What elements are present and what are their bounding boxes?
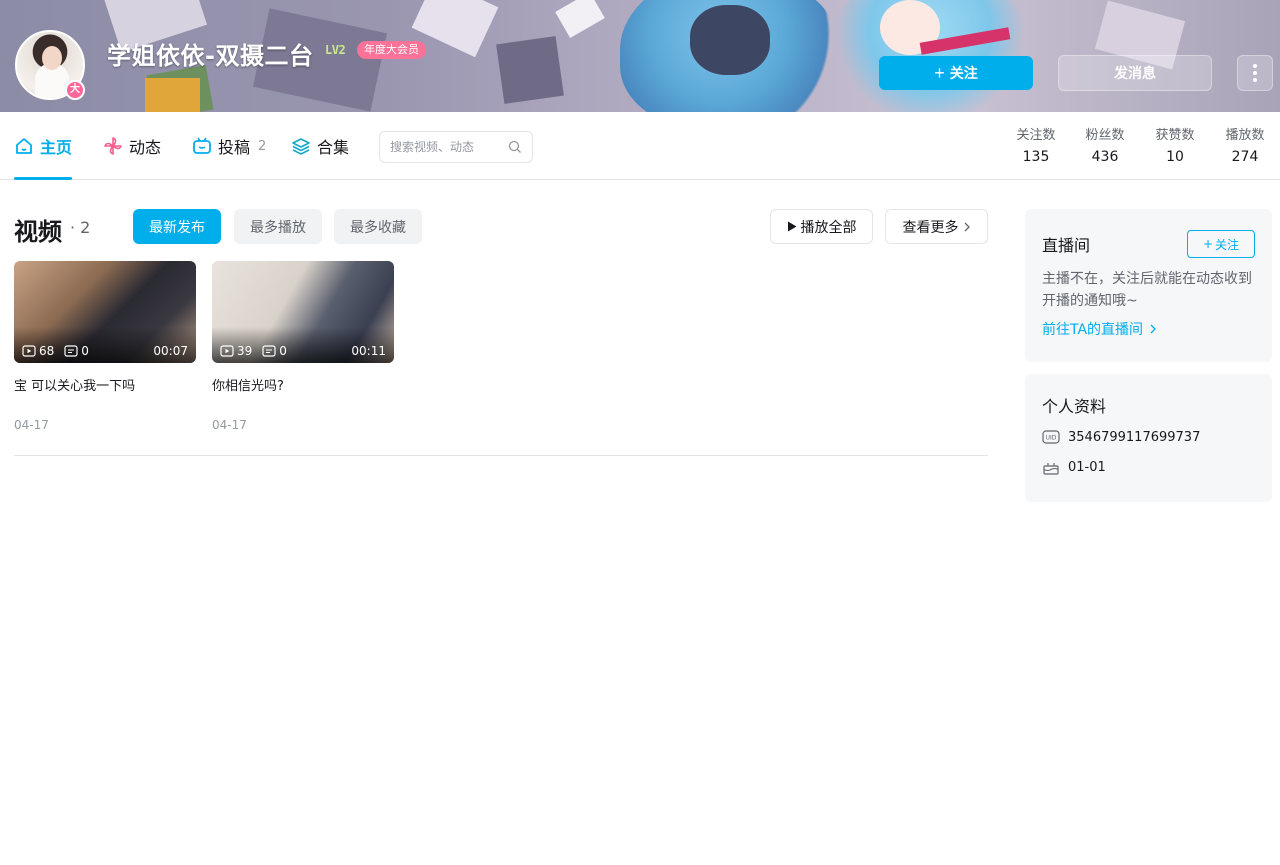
stat-label: 获赞数 [1155,128,1195,143]
danmaku-count: 0 [81,344,89,358]
video-card[interactable]: 39 0 00:11 你相信光吗? 04-17 [212,261,394,432]
video-thumbnail[interactable]: 68 0 00:07 [14,261,196,363]
tab-label: 主页 [40,138,73,157]
video-thumbnail[interactable]: 39 0 00:11 [212,261,394,363]
stat-value: 274 [1231,149,1259,165]
see-more-button[interactable]: 查看更多 [885,209,988,244]
search-icon[interactable] [508,140,522,154]
play-count: 39 [237,344,253,358]
search-input[interactable] [390,140,508,154]
layers-icon [292,138,310,155]
stat-value: 10 [1166,149,1184,165]
stat-value: 135 [1022,149,1050,165]
follow-button-label: 关注 [949,65,978,81]
chevron-right-icon [964,222,970,231]
uid-icon: UID [1042,430,1060,444]
stat-label: 关注数 [1016,128,1056,143]
video-duration: 00:07 [153,344,188,358]
sort-most-played-button[interactable]: 最多播放 [234,209,322,244]
follow-button[interactable]: + 关注 [879,56,1033,90]
send-message-button[interactable]: 发消息 [1058,55,1212,91]
play-icon [787,221,796,232]
home-icon [16,138,32,154]
uid-value[interactable]: 3546799117699737 [1068,430,1200,445]
danmaku-icon [262,345,276,357]
birthday-value: 01-01 [1068,459,1106,475]
tab-label: 合集 [317,138,350,157]
stat-followers[interactable]: 粉丝数 436 [1075,124,1135,165]
more-options-button[interactable] [1237,55,1273,91]
section-divider [14,455,988,456]
username: 学姐依依-双摄二台 [107,42,314,70]
profile-nav: 主页 动态 投稿 2 合集 关注数 135 粉丝数 436 获赞数 10 播放数… [0,112,1280,180]
tab-label: 投稿 [218,138,251,157]
stat-label: 播放数 [1225,128,1265,143]
stat-likes: 获赞数 10 [1145,124,1205,165]
tab-count: 2 [258,138,267,154]
section-count: · 2 [70,218,91,237]
stat-label: 粉丝数 [1085,128,1125,143]
banner-decoration [496,36,564,104]
vip-badge[interactable]: 年度大会员 [357,41,426,59]
avatar-badge: 大 [65,80,85,100]
profile-info-title: 个人资料 [1042,397,1107,416]
video-card[interactable]: 68 0 00:07 宝 可以关心我一下吗 04-17 [14,261,196,432]
video-duration: 00:11 [351,344,386,358]
live-follow-label: 关注 [1215,237,1240,252]
video-date: 04-17 [14,418,49,432]
section-title: 视频 [14,218,62,246]
danmaku-icon [64,345,78,357]
live-room-panel: 直播间 + 关注 主播不在，关注后就能在动态收到开播的通知哦~ 前往TA的直播间 [1025,209,1272,362]
video-title[interactable]: 宝 可以关心我一下吗 [14,375,196,394]
search-box[interactable] [379,131,533,163]
tab-label: 动态 [129,138,162,157]
play-count-icon [220,345,234,357]
plus-icon: + [934,63,945,83]
play-all-label: 播放全部 [800,219,857,236]
live-link-label: 前往TA的直播间 [1042,322,1144,338]
stat-following[interactable]: 关注数 135 [1006,124,1066,165]
play-all-button[interactable]: 播放全部 [770,209,873,244]
video-date: 04-17 [212,418,247,432]
sort-most-favorited-button[interactable]: 最多收藏 [334,209,422,244]
danmaku-count: 0 [279,344,287,358]
banner-gift [145,78,200,112]
play-count-icon [22,345,36,357]
svg-text:UID: UID [1046,435,1057,442]
tab-collections[interactable]: 合集 [291,112,349,180]
video-title[interactable]: 你相信光吗? [212,375,394,394]
more-dots-icon [1253,64,1257,68]
tv-icon [193,137,211,154]
profile-banner: 大 学姐依依-双摄二台 LV2 年度大会员 + 关注 发消息 [0,0,1280,112]
banner-decoration [555,0,605,38]
see-more-label: 查看更多 [902,219,959,236]
pinwheel-icon [104,137,122,155]
plus-icon: + [1202,237,1214,251]
birthday-row: 01-01 [1042,459,1106,475]
chevron-right-icon [1150,324,1156,334]
live-room-description: 主播不在，关注后就能在动态收到开播的通知哦~ [1042,271,1252,309]
tab-home[interactable]: 主页 [14,112,73,180]
stat-value: 436 [1091,149,1119,165]
tab-dynamics[interactable]: 动态 [103,112,161,180]
live-room-title: 直播间 [1042,236,1091,255]
play-count: 68 [39,344,55,358]
banner-teddy-bear [690,5,770,75]
uid-row: UID 3546799117699737 [1042,429,1200,445]
stat-plays: 播放数 274 [1215,124,1275,165]
sort-latest-button[interactable]: 最新发布 [133,209,221,244]
tab-uploads[interactable]: 投稿 2 [192,112,266,180]
live-follow-button[interactable]: + 关注 [1187,230,1255,258]
level-badge: LV2 [325,43,346,57]
profile-info-panel: 个人资料 UID 3546799117699737 01-01 [1025,374,1272,502]
go-to-live-room-link[interactable]: 前往TA的直播间 [1042,319,1157,339]
birthday-cake-icon [1043,463,1059,475]
